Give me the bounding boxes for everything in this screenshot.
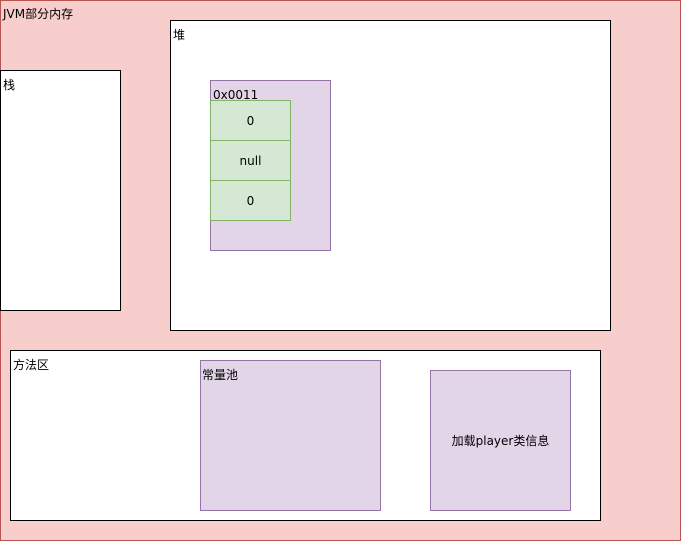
method-area-label: 方法区 [13,358,50,372]
jvm-memory-title: JVM部分内存 [3,7,74,21]
object-field-value: 0 [246,193,255,208]
object-field: null [210,140,291,181]
object-field: 0 [210,100,291,141]
stack-region: 栈 [0,70,121,311]
object-field-value: 0 [246,113,255,128]
stack-label: 栈 [3,78,16,92]
constant-pool: 常量池 [200,360,381,511]
constant-pool-label: 常量池 [202,368,239,382]
object-field: 0 [210,180,291,221]
class-info-box: 加载player类信息 [430,370,571,511]
heap-label: 堆 [173,28,186,42]
class-info-label: 加载player类信息 [451,434,550,448]
object-field-value: null [239,153,262,168]
